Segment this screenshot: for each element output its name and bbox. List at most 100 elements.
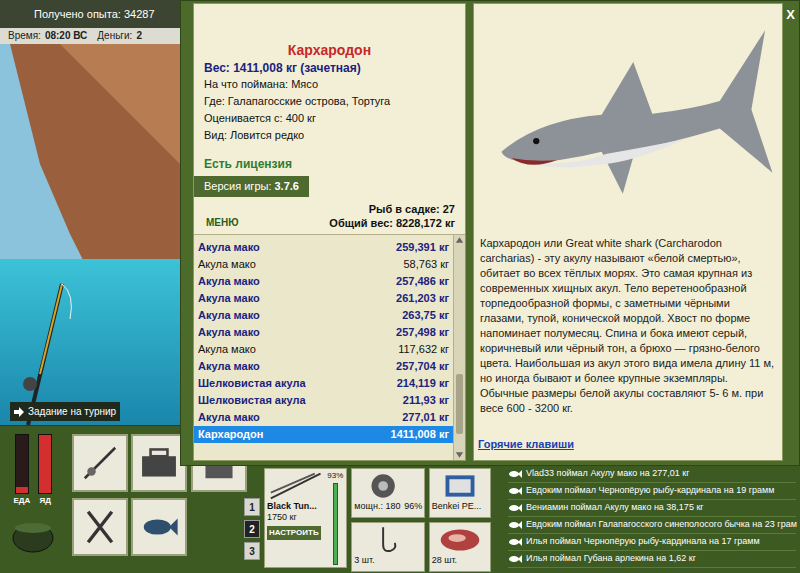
catch-weight: 214,119 кг — [397, 375, 449, 392]
version-label: Версия игры: — [204, 180, 271, 192]
catch-row[interactable]: Шелковистая акула211,93 кг — [194, 392, 453, 409]
fish-info-line: Вид: Ловится редко — [204, 127, 455, 144]
money-label: Деньги: — [97, 29, 132, 43]
fish-info-line: Где: Галапагосские острова, Тортуга — [204, 93, 455, 110]
menu-button[interactable] — [72, 434, 128, 492]
meter-track — [15, 434, 29, 494]
catch-weight: 277,01 кг — [402, 409, 449, 426]
scrollbar[interactable] — [453, 235, 465, 460]
scroll-up-icon[interactable] — [454, 235, 465, 245]
bait-card[interactable]: 28 шт. — [429, 522, 491, 572]
catch-row[interactable]: Кархародон1411,008 кг — [194, 426, 453, 443]
catch-weight: 257,498 кг — [396, 324, 449, 341]
catch-row[interactable]: Акула мако 259,391 кг — [194, 239, 453, 256]
feed-row: Илья поймал Губана арлекина на 1,62 кг — [508, 551, 796, 568]
fish-name: Кархародон — [204, 40, 455, 60]
meter-label: ЕДА — [13, 496, 30, 506]
catch-row[interactable]: Акула мако257,486 кг — [194, 273, 453, 290]
catch-name: Акула мако — [198, 273, 260, 290]
scroll-thumb[interactable] — [456, 374, 463, 434]
rod-condition-label: 93% — [327, 471, 343, 481]
line-card[interactable]: Benkei PE... — [429, 468, 491, 518]
catch-row[interactable]: Акула мако 277,01 кг — [194, 409, 453, 426]
pot-icon[interactable] — [10, 516, 56, 554]
hooks-count: 3 шт. — [354, 555, 422, 566]
catch-weight: 263,75 кг — [402, 307, 449, 324]
meter-label: ЯД — [40, 496, 51, 506]
scroll-track — [454, 245, 465, 374]
fish-icon — [508, 470, 522, 478]
catch-name: Акула мако — [198, 358, 260, 375]
money-value: 2 — [136, 29, 142, 43]
cutlery-icon — [78, 505, 122, 549]
line-name: Benkei PE... — [432, 501, 488, 512]
catch-row[interactable]: Акула мако 257,704 кг — [194, 358, 453, 375]
version-strip: Версия игры:3.7.6 — [194, 176, 309, 197]
feed-text: Евдоким поймал Чернопёрую рыбу-кардинала… — [526, 484, 775, 498]
rod-test: 1750 кг — [267, 512, 324, 523]
game-screen: Получено опыта: 34287Время:08:20 ВСДеньг… — [0, 0, 800, 573]
fish-info-panel: КархародонВес: 1411,008 кг (зачетная)На … — [193, 3, 466, 461]
hotkeys-link[interactable]: Горячие клавиши — [478, 436, 782, 453]
feed-row: Илья поймал Чернопёрую рыбу-кардинала на… — [508, 534, 796, 551]
catch-rows: Акула мако259,391 кгАкула мако58,763 кгА… — [194, 235, 453, 460]
meter-fill — [16, 487, 28, 493]
feed-text: Илья поймал Чернопёрую рыбу-кардинала на… — [526, 535, 760, 549]
catch-name: Акула мако — [198, 256, 256, 273]
feed-row: Евдоким поймал Чернопёрую рыбу-кардинала… — [508, 483, 796, 500]
experience-label: Получено опыта: 34287 — [34, 6, 155, 23]
close-button[interactable]: X — [786, 5, 795, 25]
fish-weight: Вес: 1411,008 кг (зачетная) — [204, 60, 455, 76]
menu-button[interactable]: МЕНЮ — [206, 215, 239, 230]
fish-icon — [508, 538, 522, 546]
fish-icon — [508, 487, 522, 495]
rod-name: Black Tun... — [267, 501, 324, 512]
catch-row[interactable]: Акула мако117,632 кг — [194, 341, 453, 358]
scroll-track — [454, 434, 465, 450]
catch-row[interactable]: Акула мако 263,75 кг — [194, 307, 453, 324]
feed-text: Vlad33 поймал Акулу мако на 277,01 кг — [526, 467, 689, 481]
catch-list: Акула мако259,391 кгАкула мако58,763 кгА… — [194, 234, 465, 460]
catch-weight: 261,203 кг — [396, 290, 449, 307]
rod-card[interactable]: Black Tun...1750 кг НАСТРОИТЬ 93% — [264, 468, 347, 568]
hook-icon — [354, 525, 422, 555]
setup-button[interactable]: НАСТРОИТЬ — [267, 526, 321, 540]
task-button[interactable]: Задание на турнир — [10, 402, 120, 421]
catch-name: Акула мако — [198, 307, 260, 324]
meter-track — [38, 434, 52, 494]
menu-button[interactable] — [131, 498, 187, 556]
catch-weight: 117,632 кг — [398, 341, 449, 358]
catch-name: Акула мако — [198, 239, 260, 256]
catch-weight: 259,391 кг — [396, 239, 449, 256]
fish-info-line: Оценивается с: 400 кг — [204, 110, 455, 127]
bait-count: 28 шт. — [432, 555, 488, 566]
slot-button[interactable]: 1 — [244, 498, 260, 516]
task-label: Задание на турнир — [28, 404, 116, 419]
hook-card[interactable]: 3 шт. — [351, 522, 425, 572]
slot-button[interactable]: 2 — [244, 520, 260, 538]
feed-row: Вениамин поймал Акулу мако на 38,175 кг — [508, 500, 796, 517]
fish-description: Кархародон или Great white shark (Carcha… — [474, 236, 782, 416]
fish-description-panel: Кархародон или Great white shark (Carcha… — [473, 3, 783, 461]
catch-row[interactable]: Акула мако257,498 кг — [194, 324, 453, 341]
fish-summary: КархародонВес: 1411,008 кг (зачетная)На … — [194, 4, 465, 234]
feed-row: Евдоким поймал Галапагосского синеполосо… — [508, 517, 796, 534]
catch-name: Акула мако — [198, 290, 260, 307]
catch-name: Кархародон — [198, 426, 263, 443]
feed-text: Евдоким поймал Галапагосского синеполосо… — [526, 518, 797, 532]
catch-name: Акула мако — [198, 409, 260, 426]
reel-card[interactable]: мощн.: 18096% — [351, 468, 425, 518]
catch-weight: 257,704 кг — [396, 358, 449, 375]
reel-condition: 96% — [404, 501, 422, 512]
catch-row[interactable]: Шелковистая акула214,119 кг — [194, 375, 453, 392]
catch-row[interactable]: Акула мако58,763 кг — [194, 256, 453, 273]
menu-button[interactable] — [131, 434, 187, 492]
slot-button[interactable]: 3 — [244, 542, 260, 560]
meter: ЕДА — [13, 434, 30, 506]
meat-icon — [432, 525, 488, 555]
arrow-icon — [14, 407, 24, 417]
scroll-down-icon[interactable] — [454, 450, 465, 460]
catch-row[interactable]: Акула мако 261,203 кг — [194, 290, 453, 307]
menu-button[interactable] — [72, 498, 128, 556]
tackle-box-icon — [137, 441, 181, 485]
